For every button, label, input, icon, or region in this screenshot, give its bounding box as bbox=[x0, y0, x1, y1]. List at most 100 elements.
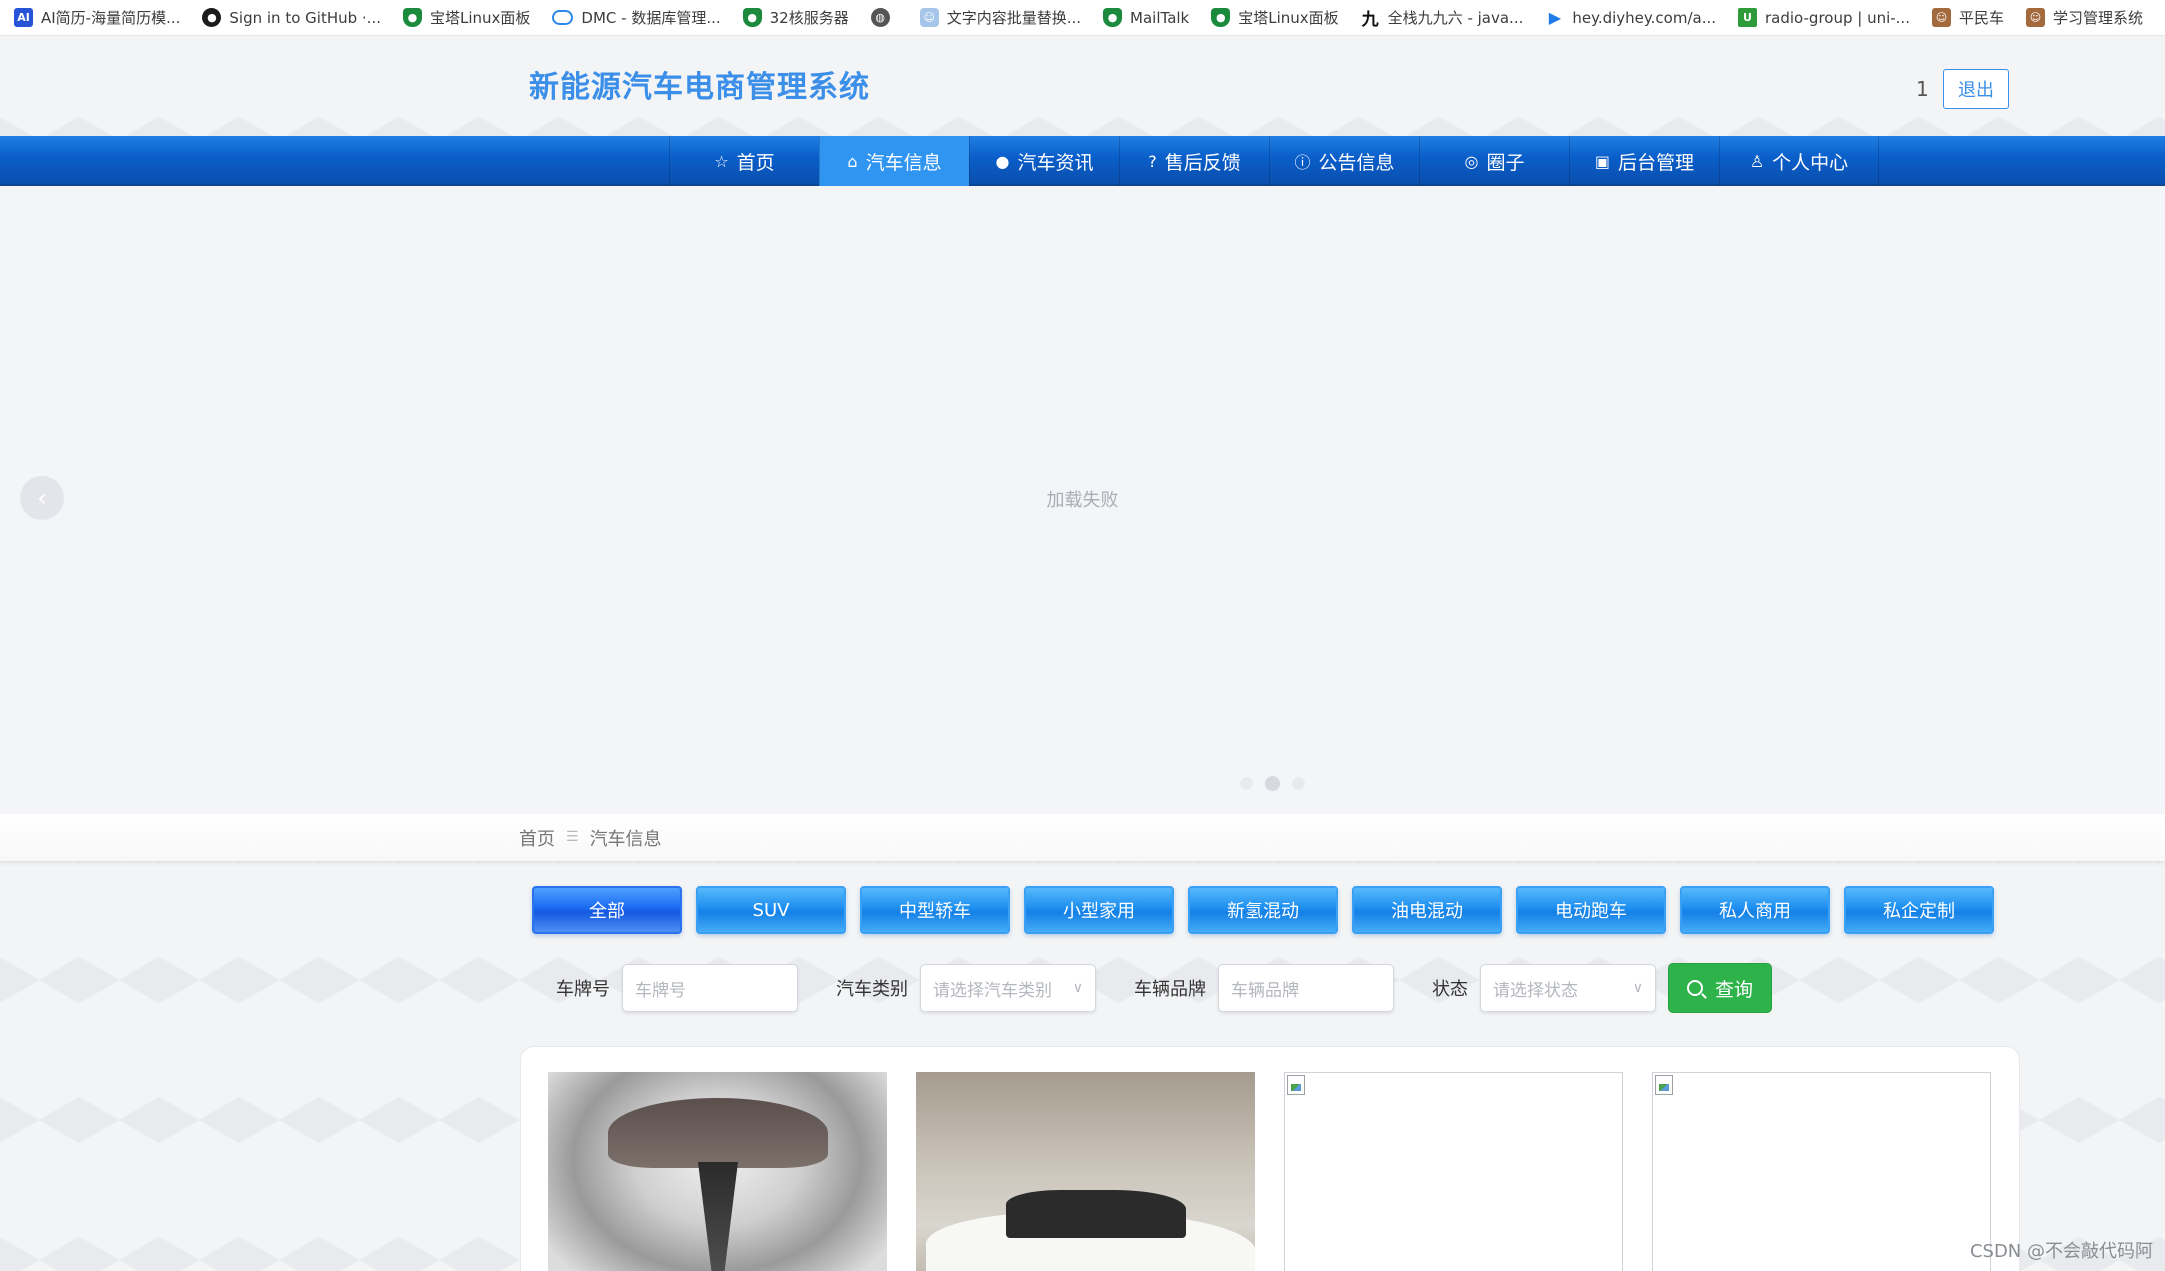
car-list-panel bbox=[520, 1046, 2020, 1271]
bookmark-item[interactable]: ▶ hey.diyhey.com/a... bbox=[1545, 8, 1716, 27]
query-button[interactable]: 查询 bbox=[1668, 963, 1772, 1013]
bookmark-item[interactable]: ◍ bbox=[870, 8, 898, 27]
bookmark-item[interactable]: 九全栈九九六 - java... bbox=[1361, 7, 1524, 30]
carousel-dot[interactable] bbox=[1292, 777, 1305, 790]
nav-label: 售后反馈 bbox=[1164, 151, 1241, 174]
car-image bbox=[548, 1072, 887, 1271]
bookmark-label: hey.diyhey.com/a... bbox=[1572, 8, 1716, 27]
bookmark-item[interactable]: ● 32核服务器 bbox=[742, 7, 849, 28]
car-image-broken bbox=[1652, 1072, 1991, 1271]
shield-icon: ● bbox=[1211, 8, 1231, 27]
category-button[interactable]: 私企定制 bbox=[1844, 886, 1994, 934]
car-card[interactable] bbox=[916, 1072, 1255, 1271]
bookmark-item[interactable]: AI AI简历-海量简历模... bbox=[14, 7, 180, 28]
car-image-broken bbox=[1284, 1072, 1623, 1271]
bookmark-item[interactable]: DMC - 数据库管理... bbox=[552, 7, 721, 28]
category-button[interactable]: 私人商用 bbox=[1680, 886, 1830, 934]
username-label: 1 bbox=[1916, 77, 1929, 101]
status-label: 状态 bbox=[1432, 979, 1468, 1000]
category-filter: 全部 SUV 中型轿车 小型家用 新氢混动 油电混动 电动跑车 私人商用 私企定制 bbox=[532, 886, 2008, 934]
bookmark-label: AI简历-海量简历模... bbox=[41, 9, 181, 27]
nav-item[interactable]: ⓘ 公告信息 bbox=[1269, 136, 1419, 186]
car-card[interactable] bbox=[548, 1072, 887, 1271]
circle-icon: ◎ bbox=[1464, 151, 1479, 171]
brand-placeholder: 车辆品牌 bbox=[1231, 980, 1299, 1001]
bookmark-label: 全栈九九六 - java... bbox=[1387, 9, 1524, 27]
bookmark-item[interactable]: Uradio-group | uni-... bbox=[1738, 8, 1910, 27]
chevron-down-icon: ∨ bbox=[1632, 980, 1643, 996]
user-icon: ♙ bbox=[1749, 151, 1765, 171]
nav-item[interactable]: ☆ 首页 bbox=[669, 136, 819, 186]
nav-item[interactable]: ◎ 圈子 bbox=[1419, 136, 1569, 186]
broken-image-icon bbox=[1287, 1075, 1305, 1095]
jiu-icon: 九 bbox=[1361, 10, 1379, 30]
bookmark-item[interactable]: ● 宝塔Linux面板 bbox=[1211, 7, 1339, 28]
bookmark-item[interactable]: ● Sign in to GitHub ·... bbox=[202, 8, 381, 27]
bookmark-item[interactable]: ● MailTalk bbox=[1103, 8, 1189, 27]
nav-label: 汽车信息 bbox=[865, 151, 942, 174]
nav-item[interactable]: ? 售后反馈 bbox=[1119, 136, 1269, 186]
type-label: 汽车类别 bbox=[836, 979, 908, 1000]
carousel-error-text: 加载失败 bbox=[1046, 490, 1119, 511]
nav-item[interactable]: ♙ 个人中心 bbox=[1719, 136, 1879, 186]
category-button[interactable]: 新氢混动 bbox=[1188, 886, 1338, 934]
bookmark-item[interactable]: ● 宝塔Linux面板 bbox=[402, 7, 530, 28]
person-icon: ☺ bbox=[2025, 8, 2045, 27]
nav-label: 后台管理 bbox=[1618, 151, 1695, 174]
breadcrumb: 首页 ☰ 汽车信息 bbox=[519, 825, 662, 851]
bookmark-label: 宝塔Linux面板 bbox=[1238, 9, 1339, 27]
bookmark-item[interactable]: ☺ 学习管理系统 bbox=[2025, 7, 2143, 28]
nav-item[interactable]: ▣ 后台管理 bbox=[1569, 136, 1719, 186]
car-card[interactable] bbox=[1652, 1072, 1991, 1271]
uni-icon: U bbox=[1738, 8, 1757, 27]
broken-image-icon bbox=[1655, 1075, 1673, 1095]
bookmark-label: DMC - 数据库管理... bbox=[581, 9, 721, 27]
bookmark-item[interactable]: ☺ 平民车 bbox=[1931, 7, 2004, 28]
bookmark-label: 32核服务器 bbox=[769, 9, 849, 27]
type-placeholder: 请选择汽车类别 bbox=[933, 980, 1052, 1001]
brand-input[interactable]: 车辆品牌 bbox=[1218, 964, 1394, 1012]
category-button[interactable]: 小型家用 bbox=[1024, 886, 1174, 934]
carousel-dot[interactable] bbox=[1265, 776, 1280, 791]
nav-label: 公告信息 bbox=[1318, 151, 1395, 174]
bookmark-item[interactable]: ☺ 文字内容批量替换... bbox=[919, 7, 1081, 28]
plate-input[interactable]: 车牌号 bbox=[622, 964, 798, 1012]
category-button[interactable]: 油电混动 bbox=[1352, 886, 1502, 934]
bookmarks-bar: AI AI简历-海量简历模... ● Sign in to GitHub ·... ● 宝… bbox=[0, 0, 2165, 36]
logout-button[interactable]: 退出 bbox=[1943, 69, 2009, 109]
nav-item[interactable]: ⌂ 汽车信息 bbox=[819, 136, 969, 186]
shield-icon: ● bbox=[402, 8, 422, 27]
site-title: 新能源汽车电商管理系统 bbox=[529, 70, 870, 105]
breadcrumb-home[interactable]: 首页 bbox=[519, 825, 555, 851]
alert-icon: ● bbox=[995, 151, 1010, 171]
bookmark-label: Sign in to GitHub ·... bbox=[229, 8, 381, 27]
main-nav: ☆ 首页 ⌂ 汽车信息 ● 汽车资讯? 售后反馈 ⓘ 公告信息 ◎ 圈子 ▣ 后台管理 ♙ 个人中心 bbox=[0, 136, 2165, 186]
banner-carousel: ‹ 加载失败 bbox=[0, 188, 2165, 814]
carousel-dot[interactable] bbox=[1240, 777, 1253, 790]
ai-icon: AI bbox=[14, 8, 33, 27]
type-select[interactable]: 请选择汽车类别 ∨ bbox=[920, 964, 1096, 1012]
nav-item[interactable]: ● 汽车资讯 bbox=[969, 136, 1119, 186]
bookmark-label: 学习管理系统 bbox=[2052, 9, 2143, 27]
calendar-icon: ▣ bbox=[1594, 151, 1611, 171]
category-button[interactable]: 电动跑车 bbox=[1516, 886, 1666, 934]
plate-label: 车牌号 bbox=[556, 979, 610, 1000]
car-card[interactable] bbox=[1284, 1072, 1623, 1271]
cloud-icon bbox=[552, 10, 574, 25]
bookmark-label: radio-group | uni-... bbox=[1765, 8, 1910, 27]
nav-label: 圈子 bbox=[1486, 151, 1525, 174]
star-icon: ☆ bbox=[714, 151, 729, 171]
shield-icon: ● bbox=[1103, 8, 1123, 27]
category-button[interactable]: 中型轿车 bbox=[860, 886, 1010, 934]
category-button[interactable]: 全部 bbox=[532, 886, 682, 934]
github-icon: ● bbox=[202, 8, 222, 27]
breadcrumb-separator-icon: ☰ bbox=[566, 829, 579, 845]
status-select[interactable]: 请选择状态 ∨ bbox=[1480, 964, 1656, 1012]
info-icon: ⓘ bbox=[1294, 153, 1311, 172]
breadcrumb-bar: 首页 ☰ 汽车信息 bbox=[0, 814, 2165, 862]
status-placeholder: 请选择状态 bbox=[1493, 980, 1578, 1001]
bookmark-label: 平民车 bbox=[1958, 9, 2004, 27]
category-button[interactable]: SUV bbox=[696, 886, 846, 934]
breadcrumb-current: 汽车信息 bbox=[589, 829, 662, 850]
nav-label: 首页 bbox=[736, 151, 775, 174]
